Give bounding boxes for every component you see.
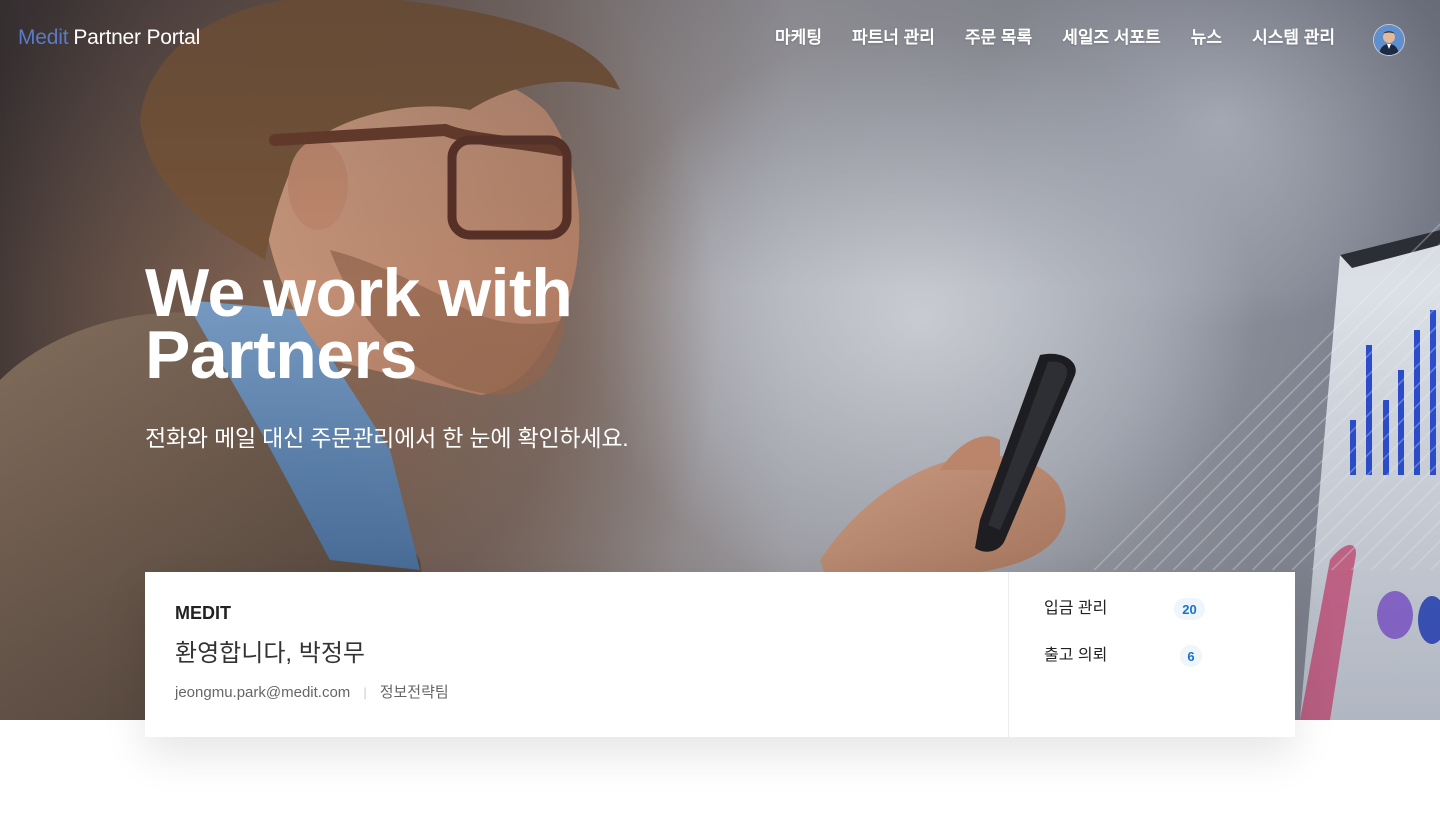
nav-item-partner-management[interactable]: 파트너 관리: [852, 26, 935, 50]
hero-headline: We work with Partners: [145, 255, 573, 393]
hero-headline-line-2: Partners: [145, 317, 417, 393]
profile-meta: jeongmu.park@medit.com | 정보전략팀: [175, 683, 449, 703]
nav-item-system-management[interactable]: 시스템 관리: [1252, 26, 1335, 50]
task-summary: 입금 관리 20 출고 의뢰 6: [1009, 572, 1295, 737]
company-name: MEDIT: [175, 603, 231, 623]
user-avatar[interactable]: [1374, 25, 1404, 55]
user-department: 정보전략팀: [379, 684, 449, 701]
welcome-message: 환영합니다, 박정무: [175, 640, 365, 667]
count-badge: 6: [1180, 645, 1202, 667]
top-navbar: Medit Partner Portal 마케팅 파트너 관리 주문 목록 세일즈…: [0, 0, 1440, 76]
brand-portal-text: Partner Portal: [73, 26, 201, 49]
hero-headline-line-1: We work with: [145, 255, 573, 331]
brand-medit-text: Medit: [18, 26, 69, 49]
hero-subtitle: 전화와 메일 대신 주문관리에서 한 눈에 확인하세요.: [145, 425, 629, 451]
stat-deposit-management[interactable]: 입금 관리 20: [1044, 598, 1205, 620]
nav-item-sales-support[interactable]: 세일즈 서포트: [1062, 26, 1161, 50]
main-nav: 마케팅 파트너 관리 주문 목록 세일즈 서포트 뉴스 시스템 관리: [775, 26, 1335, 50]
profile-info: MEDIT 환영합니다, 박정무 jeongmu.park@medit.com …: [145, 572, 1008, 737]
stat-label: 출고 의뢰: [1044, 647, 1108, 664]
user-email: jeongmu.park@medit.com: [175, 684, 351, 701]
nav-item-order-list[interactable]: 주문 목록: [965, 26, 1032, 50]
stat-label: 입금 관리: [1044, 600, 1108, 617]
brand-logo[interactable]: Medit Partner Portal: [18, 25, 200, 51]
nav-item-news[interactable]: 뉴스: [1191, 26, 1222, 50]
page: Medit Partner Portal 마케팅 파트너 관리 주문 목록 세일즈…: [0, 0, 1440, 813]
meta-separator: |: [363, 685, 367, 700]
count-badge: 20: [1174, 598, 1205, 620]
stat-shipment-request[interactable]: 출고 의뢰 6: [1044, 645, 1202, 667]
nav-item-marketing[interactable]: 마케팅: [775, 26, 822, 50]
avatar-person-icon: [1374, 25, 1404, 55]
profile-card: MEDIT 환영합니다, 박정무 jeongmu.park@medit.com …: [145, 572, 1295, 737]
